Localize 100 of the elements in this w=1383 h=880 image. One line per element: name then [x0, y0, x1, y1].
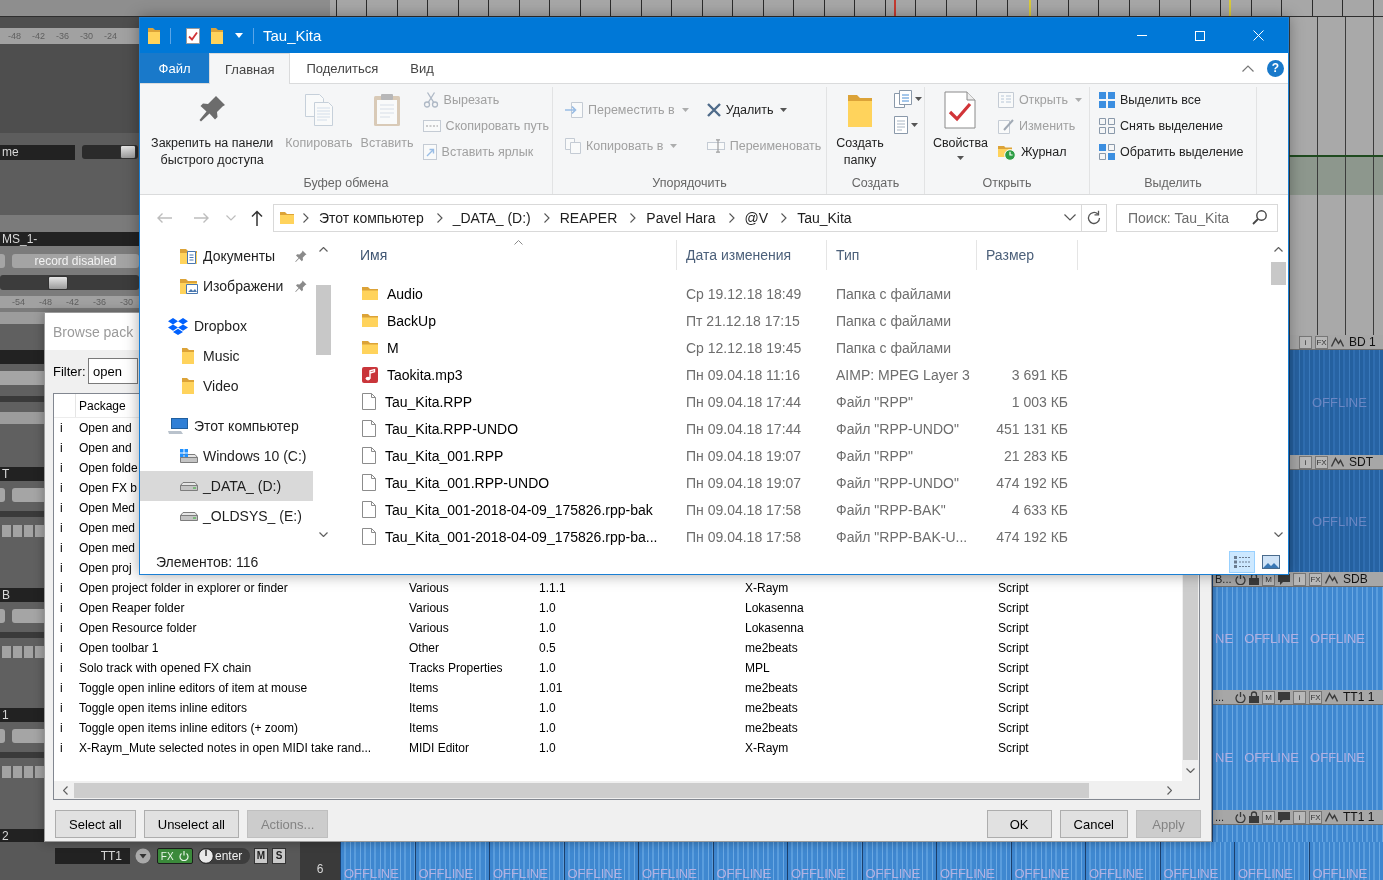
- ribbon-tab[interactable]: Главная: [209, 53, 291, 84]
- track-name-field[interactable]: B: [0, 587, 44, 602]
- column-header[interactable]: Package: [76, 398, 126, 413]
- nav-item[interactable]: Dropbox: [140, 311, 313, 341]
- chevron-right-icon[interactable]: [728, 212, 735, 223]
- nav-item[interactable]: Этот компьютер: [140, 411, 313, 441]
- column-header[interactable]: Дата изменения: [677, 240, 827, 270]
- track-name-field[interactable]: 1: [0, 708, 44, 722]
- item-button[interactable]: i: [1293, 690, 1306, 704]
- file-name[interactable]: Tau_Kita_001-2018-04-09_175826.rpp-bak: [385, 501, 653, 518]
- nav-item[interactable]: _OLDSYS_ (E:): [140, 501, 313, 531]
- chevron-up-icon[interactable]: [1242, 64, 1254, 72]
- pin-icon[interactable]: [295, 250, 307, 262]
- fader-track[interactable]: [0, 511, 44, 517]
- track-button[interactable]: [0, 254, 5, 268]
- chevron-right-icon[interactable]: [781, 212, 788, 223]
- dialog-button[interactable]: Cancel: [1059, 810, 1128, 838]
- dialog-button[interactable]: OK: [986, 810, 1052, 838]
- nav-item[interactable]: Video: [140, 371, 313, 401]
- power-icon[interactable]: [1235, 573, 1246, 585]
- path-segment[interactable]: _DATA_ (D:): [448, 204, 535, 231]
- nav-item[interactable]: Изображени: [140, 271, 313, 301]
- nav-item[interactable]: Документы: [140, 241, 313, 271]
- track-button[interactable]: [12, 608, 44, 623]
- ribbon-button[interactable]: Выделить все: [1096, 87, 1247, 113]
- fader-thumb[interactable]: [120, 145, 136, 159]
- dialog-button[interactable]: Select all: [55, 810, 136, 838]
- column-header[interactable]: Имя: [360, 240, 677, 270]
- chevron-down-icon[interactable]: [1064, 214, 1076, 221]
- file-name[interactable]: Tau_Kita_001.RPP-UNDO: [385, 474, 550, 491]
- scroll-left-icon[interactable]: [63, 785, 68, 795]
- file-name[interactable]: M: [387, 339, 399, 356]
- fader-track[interactable]: [0, 275, 139, 290]
- scroll-down-icon[interactable]: [1186, 768, 1195, 773]
- item-button[interactable]: i: [1293, 810, 1306, 824]
- track-button[interactable]: [0, 729, 5, 743]
- item-button[interactable]: FX: [1309, 690, 1322, 704]
- path-segment[interactable]: REAPER: [555, 204, 622, 231]
- chevron-right-icon[interactable]: [630, 212, 637, 223]
- caret-circle-icon[interactable]: [135, 848, 151, 864]
- chevron-right-icon[interactable]: [543, 212, 550, 223]
- scroll-thumb[interactable]: [315, 285, 331, 355]
- file-name[interactable]: Tau_Kita.RPP: [385, 393, 473, 410]
- ribbon-icon-button[interactable]: [892, 89, 924, 109]
- item-button[interactable]: i: [1299, 455, 1312, 469]
- file-name[interactable]: Tau_Kita_001.RPP: [385, 447, 504, 464]
- refresh-button[interactable]: [1082, 203, 1107, 232]
- path-segment[interactable]: @V: [740, 204, 773, 231]
- address-bar[interactable]: Этот компьютер _DATA_ (D:) REAPER Pavel Hara @V Tau_Kita: [273, 203, 1082, 232]
- track-name-field[interactable]: me: [0, 145, 75, 160]
- scroll-down-icon[interactable]: [1274, 532, 1283, 537]
- filter-field[interactable]: open: [88, 358, 138, 384]
- item-button[interactable]: M: [1262, 690, 1275, 704]
- ribbon-button[interactable]: Снять выделение: [1096, 113, 1247, 139]
- line-graph-icon[interactable]: [1325, 692, 1338, 702]
- pin-icon[interactable]: [295, 280, 307, 292]
- dialog-button[interactable]: Unselect all: [143, 810, 239, 838]
- file-name[interactable]: Audio: [387, 285, 423, 302]
- track-button[interactable]: [0, 488, 5, 502]
- scroll-up-icon[interactable]: [318, 247, 328, 252]
- track-name-field[interactable]: TT1: [55, 848, 130, 864]
- column-header[interactable]: Размер: [977, 240, 1078, 270]
- scroll-down-icon[interactable]: [318, 532, 328, 537]
- file-name[interactable]: Tau_Kita.RPP-UNDO: [385, 420, 519, 437]
- track-button[interactable]: [12, 488, 44, 502]
- scrollbar[interactable]: [1182, 575, 1199, 781]
- ribbon-button[interactable]: Свойства: [931, 87, 990, 160]
- line-graph-icon[interactable]: [1331, 337, 1344, 347]
- ribbon-button[interactable]: Закрепить на панели быстрого доступа: [145, 87, 280, 169]
- scroll-thumb[interactable]: [1271, 262, 1286, 285]
- path-segment[interactable]: Pavel Hara: [642, 204, 720, 231]
- column-header[interactable]: Тип: [827, 240, 977, 270]
- item-button[interactable]: FX: [1309, 572, 1322, 586]
- fader-track[interactable]: [0, 752, 44, 758]
- line-graph-icon[interactable]: [1325, 574, 1338, 584]
- ribbon-tab[interactable]: Файл: [140, 53, 209, 83]
- item-button[interactable]: FX: [1315, 335, 1328, 349]
- path-segment[interactable]: Tau_Kita: [793, 204, 856, 231]
- chevron-right-icon[interactable]: [436, 212, 443, 223]
- ribbon-tab[interactable]: Поделиться: [290, 53, 395, 83]
- speech-bubble-icon[interactable]: [1278, 573, 1290, 585]
- file-name[interactable]: BackUp: [387, 312, 437, 329]
- checkmark-document-icon[interactable]: [186, 27, 200, 44]
- folder-icon[interactable]: [211, 27, 223, 44]
- track-button[interactable]: M: [254, 848, 268, 864]
- scroll-thumb[interactable]: [1183, 575, 1198, 760]
- item-button[interactable]: FX: [1315, 455, 1328, 469]
- chevron-right-icon[interactable]: [303, 212, 309, 223]
- nav-item[interactable]: Music: [140, 341, 313, 371]
- track-name-field[interactable]: T: [0, 467, 44, 481]
- help-button[interactable]: ?: [1267, 59, 1284, 77]
- fx-button[interactable]: FX: [157, 848, 193, 864]
- caret-icon[interactable]: [235, 33, 243, 38]
- scroll-right-icon[interactable]: [1167, 785, 1172, 795]
- item-button[interactable]: M: [1262, 810, 1275, 824]
- search-field[interactable]: Поиск: Tau_Kita: [1116, 203, 1278, 232]
- ribbon-tab[interactable]: Вид: [394, 53, 450, 83]
- track-name-field[interactable]: 2: [0, 828, 44, 843]
- search-icon[interactable]: [1252, 209, 1267, 225]
- track-name-field[interactable]: MS_1-: [0, 232, 139, 246]
